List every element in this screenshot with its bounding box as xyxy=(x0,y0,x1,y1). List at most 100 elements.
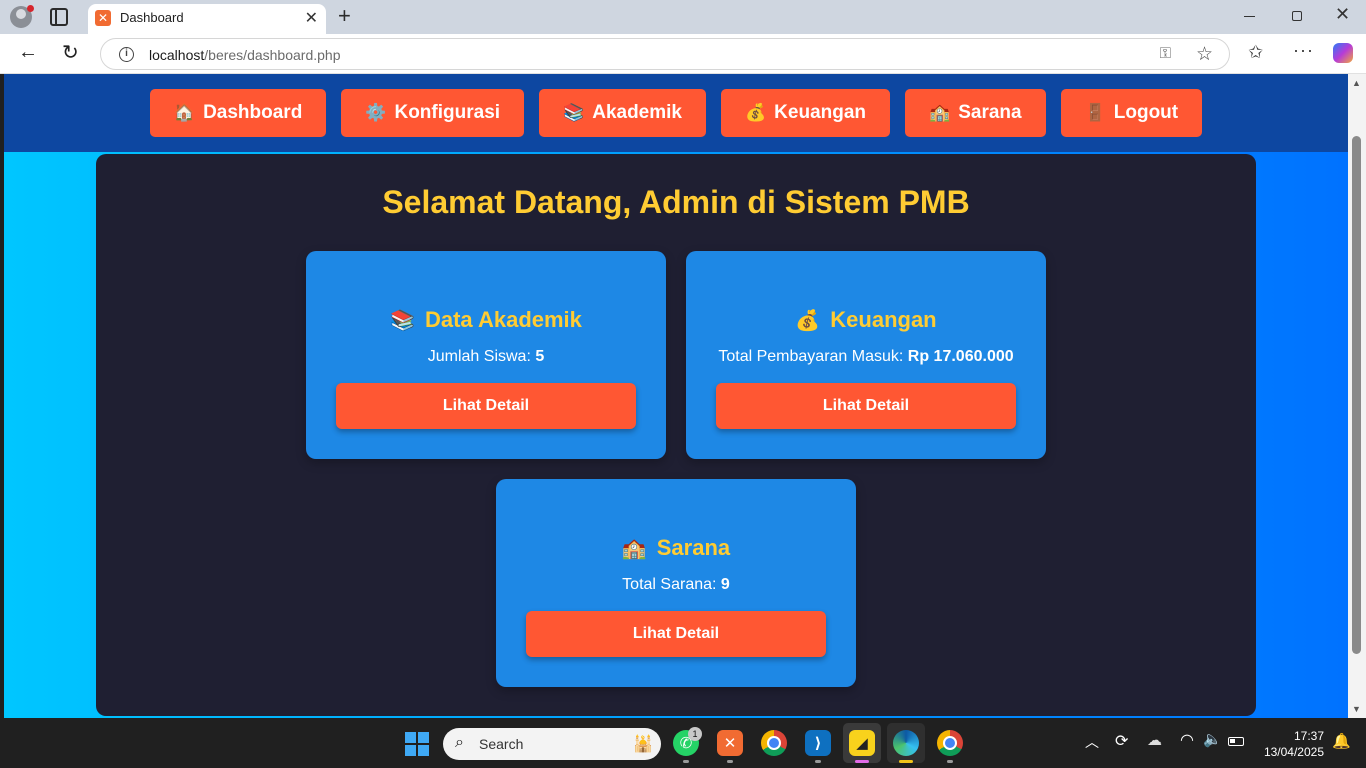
nav-sarana-label: Sarana xyxy=(958,102,1022,123)
card-sarana: 🏫 Sarana Total Sarana: 9 Lihat Detail xyxy=(496,479,856,687)
stat-label: Total Pembayaran Masuk: xyxy=(718,348,908,365)
search-highlight-icon: 🕌 xyxy=(633,736,653,753)
running-indicator xyxy=(815,760,821,763)
favorite-star-icon[interactable]: ☆ xyxy=(1196,43,1213,66)
chrome-icon[interactable] xyxy=(761,730,787,756)
window-restore-icon[interactable] xyxy=(1292,11,1302,21)
scroll-thumb[interactable] xyxy=(1352,136,1361,654)
window-minimize-icon[interactable] xyxy=(1244,16,1255,17)
akademik-detail-button[interactable]: Lihat Detail xyxy=(336,383,636,429)
windows-taskbar: ⌕ Search 🕌 ✆ 1 ✕ ⟩ ◢ ︿ ⟳ ☁ ◠ 🔈 17:37 13/… xyxy=(0,718,1366,768)
xampp-favicon-icon: ✕ xyxy=(95,10,111,26)
nav-keuangan-button[interactable]: 💰 Keuangan xyxy=(721,89,891,137)
running-indicator xyxy=(683,760,689,763)
back-arrow-icon[interactable]: ← xyxy=(18,41,38,64)
sync-icon[interactable]: ⟳ xyxy=(1115,731,1128,751)
running-indicator xyxy=(855,760,869,763)
nav-akademik-label: Akademik xyxy=(592,102,682,123)
tab-actions-icon[interactable] xyxy=(50,8,68,26)
card-keuangan-stat: Total Pembayaran Masuk: Rp 17.060.000 xyxy=(686,348,1046,366)
card-sarana-title-text: Sarana xyxy=(656,535,731,560)
scroll-down-arrow-icon[interactable]: ▼ xyxy=(1352,704,1361,714)
money-bag-icon: 💰 xyxy=(795,309,821,332)
browser-tabbar: ✕ Dashboard ✕ + ✕ xyxy=(0,0,1366,34)
tray-overflow-chevron-icon[interactable]: ︿ xyxy=(1085,732,1099,752)
card-keuangan-title: 💰 Keuangan xyxy=(686,307,1046,333)
site-info-icon[interactable]: i xyxy=(119,47,134,62)
card-akademik: 📚 Data Akademik Jumlah Siswa: 5 Lihat De… xyxy=(306,251,666,459)
card-keuangan: 💰 Keuangan Total Pembayaran Masuk: Rp 17… xyxy=(686,251,1046,459)
books-icon: 📚 xyxy=(390,309,415,332)
nav-logout-label: Logout xyxy=(1113,102,1179,123)
page-viewport: 🏠 Dashboard ⚙️ Konfigurasi 📚 Akademik 💰 … xyxy=(4,74,1348,718)
windows-start-icon[interactable] xyxy=(405,732,429,756)
nav-keuangan-label: Keuangan xyxy=(774,102,867,123)
door-icon: 🚪 xyxy=(1084,103,1106,122)
stat-value: 5 xyxy=(535,348,545,365)
card-keuangan-title-text: Keuangan xyxy=(830,307,937,332)
volume-icon[interactable]: 🔈 xyxy=(1203,730,1222,748)
onedrive-offline-icon[interactable]: ☁ xyxy=(1147,731,1162,749)
reload-icon[interactable]: ↻ xyxy=(62,40,79,65)
tab-title: Dashboard xyxy=(120,10,184,25)
running-indicator xyxy=(727,760,733,763)
dashboard-panel: Selamat Datang, Admin di Sistem PMB 📚 Da… xyxy=(96,154,1256,716)
search-icon: ⌕ xyxy=(455,734,464,751)
keuangan-detail-button[interactable]: Lihat Detail xyxy=(716,383,1016,429)
stat-value: Rp 17.060.000 xyxy=(907,348,1014,365)
card-akademik-title-text: Data Akademik xyxy=(424,307,582,332)
school-icon: 🏫 xyxy=(929,103,951,122)
nav-logout-button[interactable]: 🚪 Logout xyxy=(1060,89,1203,137)
gear-icon: ⚙️ xyxy=(365,103,387,122)
url-text[interactable]: localhost/beres/dashboard.php xyxy=(149,47,340,63)
profile-notification-dot xyxy=(27,5,34,12)
nav-konfigurasi-button[interactable]: ⚙️ Konfigurasi xyxy=(341,89,525,137)
url-host: localhost xyxy=(149,47,205,63)
battery-icon[interactable] xyxy=(1228,737,1244,746)
nav-dashboard-label: Dashboard xyxy=(203,102,303,123)
money-bag-icon: 💰 xyxy=(745,103,767,122)
clock-time[interactable]: 17:37 xyxy=(1260,729,1324,743)
wifi-icon[interactable]: ◠ xyxy=(1180,730,1194,750)
school-icon: 🏫 xyxy=(621,537,647,560)
card-akademik-title: 📚 Data Akademik xyxy=(306,307,666,333)
books-icon: 📚 xyxy=(563,103,585,122)
browser-toolbar: ← ↻ i localhost/beres/dashboard.php ⚿ ☆ … xyxy=(0,34,1366,74)
scroll-up-arrow-icon[interactable]: ▲ xyxy=(1352,78,1361,88)
address-bar[interactable]: i localhost/beres/dashboard.php ⚿ ☆ xyxy=(100,38,1230,70)
new-tab-icon[interactable]: + xyxy=(338,3,351,29)
page-title: Selamat Datang, Admin di Sistem PMB xyxy=(382,184,970,220)
card-sarana-title: 🏫 Sarana xyxy=(496,535,856,561)
url-path: /beres/dashboard.php xyxy=(204,47,341,63)
card-akademik-stat: Jumlah Siswa: 5 xyxy=(306,348,666,366)
running-indicator xyxy=(899,760,913,763)
nav-dashboard-button[interactable]: 🏠 Dashboard xyxy=(149,89,327,137)
vscode-icon[interactable]: ⟩ xyxy=(805,730,831,756)
stat-value: 9 xyxy=(720,576,730,593)
edge-icon[interactable] xyxy=(893,730,919,756)
stat-label: Total Sarana: xyxy=(622,576,721,593)
favorites-list-icon[interactable]: ✩ xyxy=(1248,42,1263,63)
page-scrollbar[interactable]: ▲ ▼ xyxy=(1348,74,1366,718)
running-indicator xyxy=(947,760,953,763)
password-key-icon[interactable]: ⚿ xyxy=(1160,45,1171,62)
sarana-detail-button[interactable]: Lihat Detail xyxy=(526,611,826,657)
search-placeholder: Search xyxy=(479,736,524,752)
browser-tab-dashboard[interactable]: ✕ Dashboard ✕ xyxy=(88,4,326,34)
house-icon: 🏠 xyxy=(173,103,196,122)
nav-akademik-button[interactable]: 📚 Akademik xyxy=(539,89,706,137)
xampp-icon[interactable]: ✕ xyxy=(717,730,743,756)
sticky-notes-icon[interactable]: ◢ xyxy=(849,730,875,756)
notification-bell-icon[interactable]: 🔔 xyxy=(1332,732,1351,750)
chrome-profile-icon[interactable] xyxy=(937,730,963,756)
more-menu-icon[interactable]: ··· xyxy=(1293,40,1314,61)
nav-konfigurasi-label: Konfigurasi xyxy=(394,102,501,123)
taskbar-search[interactable]: ⌕ Search 🕌 xyxy=(443,728,661,760)
card-sarana-stat: Total Sarana: 9 xyxy=(496,576,856,594)
nav-sarana-button[interactable]: 🏫 Sarana xyxy=(905,89,1046,137)
copilot-icon[interactable] xyxy=(1333,43,1353,63)
window-close-icon[interactable]: ✕ xyxy=(1335,4,1350,25)
clock-date[interactable]: 13/04/2025 xyxy=(1260,745,1324,759)
whatsapp-badge: 1 xyxy=(688,727,702,741)
tab-close-icon[interactable]: ✕ xyxy=(305,8,318,28)
